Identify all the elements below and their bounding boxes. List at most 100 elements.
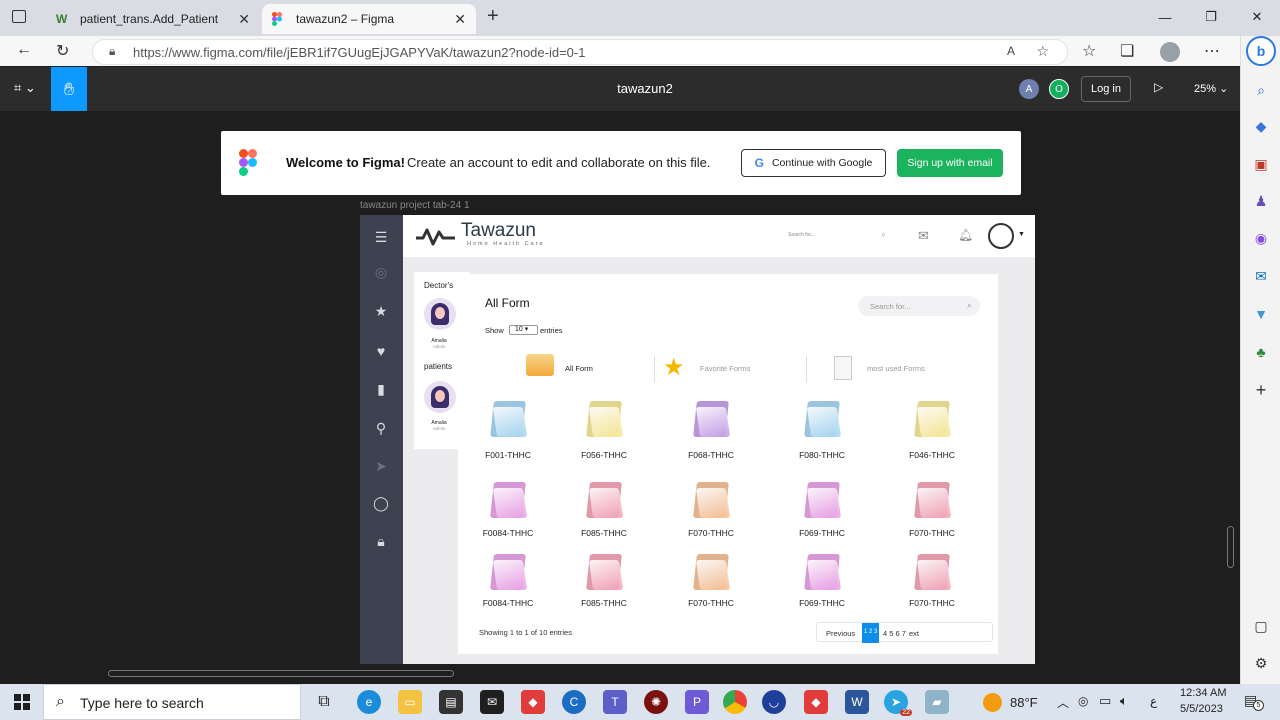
frame-label[interactable]: tawazun project tab-24 1	[360, 200, 470, 211]
avatar	[424, 298, 456, 330]
word-icon[interactable]: W	[845, 690, 869, 714]
weather-temp[interactable]: 88°F	[1010, 695, 1038, 710]
canvas-scrollbar-h[interactable]	[108, 670, 454, 677]
url-field[interactable]: 🔒︎ https://www.figma.com/file/jEBR1if7GU…	[92, 39, 1068, 65]
file-explorer-icon[interactable]: ▭	[398, 690, 422, 714]
office-icon[interactable]: ◉	[1251, 228, 1271, 248]
store-icon[interactable]: ▤	[439, 690, 463, 714]
maximize-icon[interactable]: ❐	[1188, 0, 1234, 34]
more-icon[interactable]: ⋯	[1204, 41, 1220, 61]
profile-avatar[interactable]	[1160, 42, 1180, 62]
dashboard-icon: ◎	[374, 263, 388, 280]
copilot-icon[interactable]: C	[562, 690, 586, 714]
folder-icon	[586, 399, 624, 437]
tab-title: tawazun2 – Figma	[296, 12, 395, 26]
window-close-icon[interactable]: ✕	[1234, 0, 1280, 34]
folder-label: F070-THHC	[909, 598, 955, 608]
read-aloud-icon[interactable]: A	[1007, 44, 1015, 58]
doctors-label: Dector's	[424, 281, 454, 290]
welcome-title: Welcome to Figma!	[286, 155, 405, 170]
refresh-icon[interactable]: ↻	[56, 41, 69, 61]
folder-label: F046-THHC	[909, 450, 955, 460]
tree-icon[interactable]: ♣	[1251, 342, 1271, 362]
telegram-icon[interactable]: ➤ 22	[884, 690, 912, 716]
taskbar-search-input[interactable]: ⌕ Type here to search	[43, 684, 301, 720]
clock-time[interactable]: 12:34 AM	[1180, 687, 1226, 699]
folder-label: F068-THHC	[688, 450, 734, 460]
mail-icon[interactable]: ✉	[480, 690, 504, 714]
folder-icon	[914, 552, 952, 590]
volume-icon[interactable]: 🔈︎	[1120, 693, 1128, 709]
tools-icon[interactable]: ▣	[1251, 154, 1271, 174]
entries-label: entries	[540, 326, 563, 335]
pycharm-icon[interactable]: P	[685, 690, 709, 714]
signup-email-button[interactable]: Sign up with email	[897, 149, 1003, 177]
continue-with-google-button[interactable]: G Continue with Google	[741, 149, 886, 177]
design-frame[interactable]: ☰ ◎ ★ ♥ ▮ ⚲ ➤ ◯ 🔒︎ Tawazun Home Health C…	[360, 215, 1035, 664]
chrome-icon[interactable]	[723, 690, 747, 714]
zoom-level[interactable]: 25% ⌄	[1194, 82, 1228, 95]
anydesk-icon[interactable]: ◆	[804, 690, 828, 714]
games-icon[interactable]: ♟	[1251, 191, 1271, 211]
tawazun-logo-icon	[415, 226, 457, 251]
app-icon[interactable]: ◡	[762, 690, 786, 714]
login-button[interactable]: Log in	[1081, 76, 1131, 102]
tab-patient-trans[interactable]: W patient_trans.Add_Patient ✕	[46, 4, 260, 34]
windows-start-icon[interactable]	[14, 694, 30, 710]
settings-icon[interactable]: ⚙	[1251, 653, 1271, 673]
folder-label: F085-THHC	[581, 598, 627, 608]
chevron-down-icon: ▼	[1018, 231, 1025, 238]
anydesk-icon[interactable]: ◆	[521, 690, 545, 714]
tray-chevron-icon[interactable]: ︿	[1057, 694, 1069, 711]
app-icon[interactable]: ✺	[644, 690, 668, 714]
notification-center-icon[interactable]: ▤ 5	[1244, 692, 1264, 711]
chart-icon: ▮	[377, 380, 385, 397]
edge-icon[interactable]: e	[357, 690, 381, 714]
task-view-icon[interactable]: ⧉	[312, 690, 336, 714]
category-most-used: most used Forms	[867, 364, 925, 373]
favorite-add-icon[interactable]: ☆	[1036, 43, 1049, 60]
new-tab-button[interactable]: +	[487, 5, 499, 28]
present-icon[interactable]: ▷	[1154, 80, 1163, 94]
designer-icon[interactable]: ▼	[1251, 304, 1271, 324]
avatar[interactable]: A	[1019, 79, 1039, 99]
search-icon: ⌕	[966, 300, 972, 310]
pagination-previous: Previous	[826, 629, 856, 638]
patients-label: patients	[424, 362, 453, 371]
favorites-icon[interactable]: ☆	[1082, 41, 1096, 61]
divider	[806, 356, 807, 382]
bing-icon[interactable]: b	[1246, 36, 1276, 66]
folder-label: F056-THHC	[581, 450, 627, 460]
outlook-icon[interactable]: ✉	[1251, 266, 1271, 286]
tab-figma[interactable]: tawazun2 – Figma ✕	[262, 4, 476, 34]
browser-tab-bar: W patient_trans.Add_Patient ✕ tawazun2 –…	[0, 0, 1280, 36]
folder-icon	[693, 480, 731, 518]
close-icon[interactable]: ✕	[454, 11, 466, 28]
star-icon: ★	[374, 302, 388, 319]
welcome-banner: Welcome to Figma! Create an account to e…	[221, 131, 1021, 195]
folder-icon	[490, 480, 528, 518]
folder-label: F0084-THHC	[482, 598, 534, 608]
send-icon: ➤	[375, 457, 387, 474]
teams-icon[interactable]: T	[603, 690, 627, 714]
back-icon[interactable]: ←	[16, 41, 32, 59]
collections-icon[interactable]: ❏	[1120, 41, 1134, 61]
folder-label: F069-THHC	[799, 528, 845, 538]
sidebar-toggle-icon[interactable]: ▢	[1251, 616, 1271, 636]
tab-actions-icon[interactable]	[12, 10, 26, 23]
telegram-badge: 22	[900, 709, 912, 716]
minimize-icon[interactable]: —	[1142, 0, 1188, 34]
network-icon[interactable]: ▭	[1099, 693, 1111, 709]
all-form-folder-icon	[526, 354, 554, 376]
tray-icon[interactable]: ◎	[1078, 694, 1088, 708]
header-search: Search for...	[788, 232, 815, 238]
show-select: 10 ▾	[509, 325, 538, 335]
clock-date[interactable]: 5/5/2023	[1180, 703, 1223, 715]
avatar[interactable]: O	[1049, 79, 1069, 99]
language-indicator[interactable]: ع	[1150, 694, 1157, 708]
close-icon[interactable]: ✕	[238, 11, 250, 28]
canvas-scrollbar-v[interactable]	[1227, 526, 1234, 568]
add-icon[interactable]: +	[1251, 380, 1271, 400]
app-icon[interactable]: ▰	[925, 690, 949, 714]
shopping-icon[interactable]: ◆	[1251, 116, 1271, 136]
